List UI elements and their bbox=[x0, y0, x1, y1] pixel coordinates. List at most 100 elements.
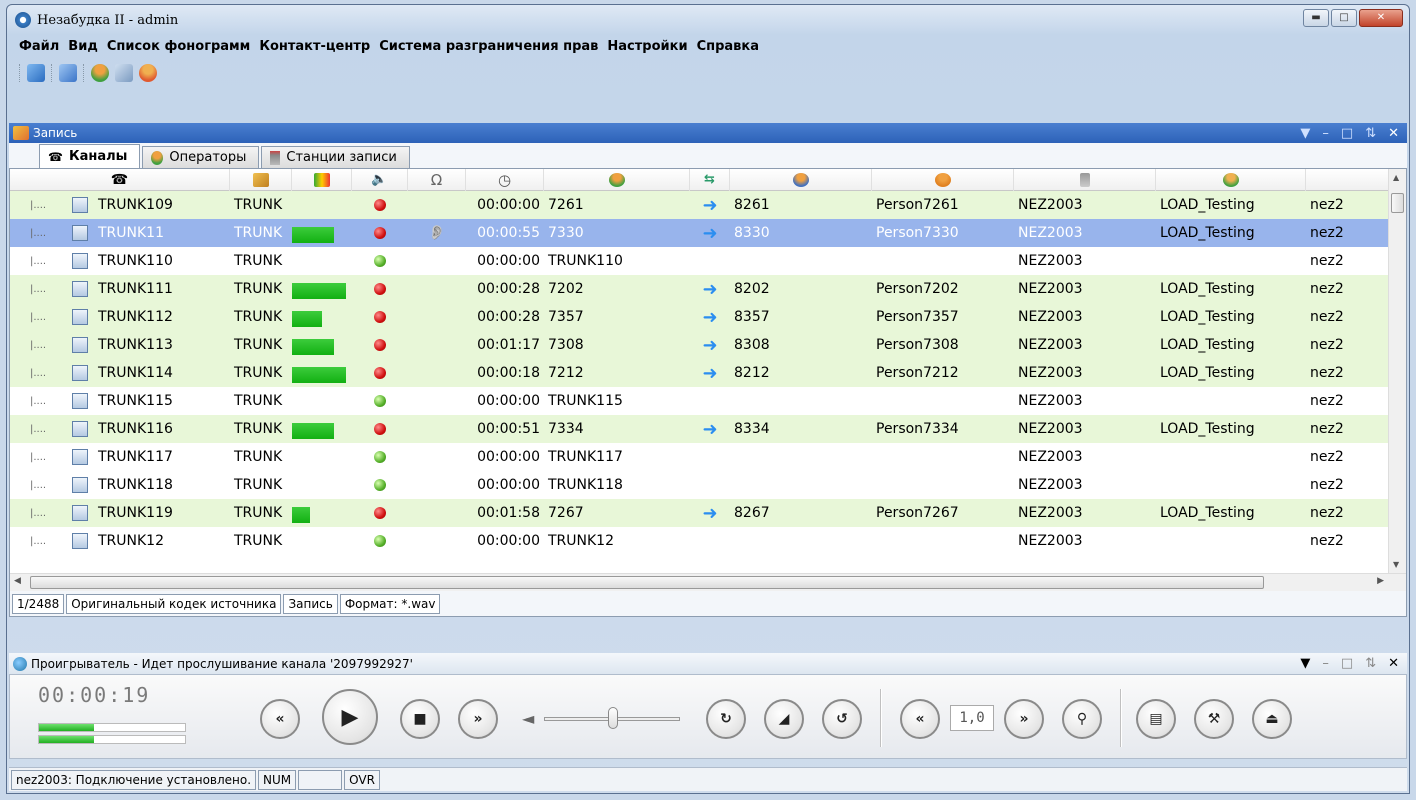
notes-button[interactable]: ▤ bbox=[1136, 699, 1176, 739]
connect-icon[interactable] bbox=[27, 64, 45, 82]
horizontal-scroll-thumb[interactable] bbox=[30, 576, 1264, 589]
vertical-scrollbar[interactable]: ▲ ▼ bbox=[1388, 169, 1406, 591]
close-button[interactable]: ✕ bbox=[1359, 9, 1403, 27]
panel-menu-button[interactable]: ▼ bbox=[1300, 126, 1310, 141]
scroll-left-icon[interactable]: ◀ bbox=[14, 576, 21, 586]
col-person[interactable] bbox=[872, 169, 1014, 191]
play-button[interactable]: ▶ bbox=[322, 689, 378, 745]
panel-pin-button[interactable]: ⇅ bbox=[1365, 656, 1376, 671]
horizontal-scrollbar[interactable]: ◀ ▶ bbox=[10, 573, 1406, 591]
col-channel[interactable]: ☎ bbox=[10, 169, 230, 191]
status-cell bbox=[352, 303, 408, 331]
panel-menu-button[interactable]: ▼ bbox=[1300, 656, 1310, 671]
stop-button[interactable]: ■ bbox=[400, 699, 440, 739]
fast-forward-button[interactable]: » bbox=[458, 699, 498, 739]
col-listen[interactable]: Ω bbox=[408, 169, 466, 191]
search-button[interactable]: ⚲ bbox=[1062, 699, 1102, 739]
panel-minimize-button[interactable]: – bbox=[1322, 656, 1329, 671]
col-caller[interactable] bbox=[544, 169, 690, 191]
table-row[interactable]: |.... TRUNK117 TRUNK 00:00:00 TRUNK117 NEZ200… bbox=[10, 443, 1406, 471]
col-direction[interactable]: ⇆ bbox=[690, 169, 730, 191]
table-row[interactable]: |.... TRUNK114 TRUNK 00:00:18 7212 ➜ 8212 Perso… bbox=[10, 359, 1406, 387]
database-icon[interactable] bbox=[59, 64, 77, 82]
tree-connector: |.... bbox=[30, 423, 47, 435]
station-name: NEZ2003 bbox=[1018, 533, 1083, 549]
tab-stations[interactable]: Станции записи bbox=[261, 146, 410, 168]
table-row[interactable]: |.... TRUNK11 TRUNK 👂 00:00:55 7330 ➜ 8330 Perso… bbox=[10, 219, 1406, 247]
tools-button[interactable]: ⚒ bbox=[1194, 699, 1234, 739]
menu-view[interactable]: Вид bbox=[68, 39, 98, 54]
loop-button[interactable]: ↺ bbox=[822, 699, 862, 739]
menu-file[interactable]: Файл bbox=[19, 39, 59, 54]
maximize-button[interactable]: □ bbox=[1331, 9, 1357, 27]
trunk-icon bbox=[72, 505, 88, 521]
col-server[interactable] bbox=[1306, 169, 1370, 191]
person-name: Person7267 bbox=[876, 505, 959, 521]
menu-help[interactable]: Справка bbox=[697, 39, 759, 54]
table-row[interactable]: |.... TRUNK12 TRUNK 00:00:00 TRUNK12 NEZ2003 n… bbox=[10, 527, 1406, 555]
col-sound[interactable]: 🔈 bbox=[352, 169, 408, 191]
channel-name: TRUNK119 bbox=[98, 505, 173, 521]
level-cell bbox=[292, 387, 352, 415]
menu-access-control[interactable]: Система разграничения прав bbox=[379, 39, 598, 54]
group-name: LOAD_Testing bbox=[1160, 365, 1255, 381]
caller-number: 7330 bbox=[548, 225, 584, 241]
group-name: LOAD_Testing bbox=[1160, 505, 1255, 521]
listen-cell bbox=[408, 191, 466, 219]
col-group[interactable] bbox=[1156, 169, 1306, 191]
tab-channels[interactable]: ☎ Каналы bbox=[39, 144, 141, 168]
stations-icon[interactable] bbox=[115, 64, 133, 82]
menu-phonograms[interactable]: Список фонограмм bbox=[107, 39, 250, 54]
col-station[interactable] bbox=[1014, 169, 1156, 191]
scroll-right-icon[interactable]: ▶ bbox=[1377, 576, 1384, 586]
menu-settings[interactable]: Настройки bbox=[607, 39, 687, 54]
volume-slider-knob[interactable] bbox=[608, 707, 618, 729]
caller-number: TRUNK118 bbox=[548, 477, 623, 493]
col-type[interactable] bbox=[230, 169, 292, 191]
station-name: NEZ2003 bbox=[1018, 449, 1083, 465]
listen-cell bbox=[408, 443, 466, 471]
scroll-down-icon[interactable]: ▼ bbox=[1393, 560, 1399, 569]
table-row[interactable]: |.... TRUNK115 TRUNK 00:00:00 TRUNK115 NEZ200… bbox=[10, 387, 1406, 415]
table-row[interactable]: |.... TRUNK113 TRUNK 00:01:17 7308 ➜ 8308 Perso… bbox=[10, 331, 1406, 359]
table-row[interactable]: |.... TRUNK118 TRUNK 00:00:00 TRUNK118 NEZ200… bbox=[10, 471, 1406, 499]
scroll-up-icon[interactable]: ▲ bbox=[1393, 173, 1399, 182]
level-cell bbox=[292, 443, 352, 471]
skip-silence-button[interactable]: ◢ bbox=[764, 699, 804, 739]
direction-cell bbox=[690, 247, 730, 275]
minimize-button[interactable]: ▬ bbox=[1303, 9, 1329, 27]
panel-close-button[interactable]: ✕ bbox=[1388, 126, 1399, 141]
table-row[interactable]: |.... TRUNK112 TRUNK 00:00:28 7357 ➜ 8357 Perso… bbox=[10, 303, 1406, 331]
panel-restore-button[interactable]: □ bbox=[1341, 126, 1353, 141]
player-separator bbox=[1120, 689, 1122, 747]
faster-button[interactable]: » bbox=[1004, 699, 1044, 739]
table-row[interactable]: |.... TRUNK110 TRUNK 00:00:00 TRUNK110 NEZ200… bbox=[10, 247, 1406, 275]
operator-icon[interactable] bbox=[91, 64, 109, 82]
menu-contact-center[interactable]: Контакт-центр bbox=[259, 39, 370, 54]
table-row[interactable]: |.... TRUNK119 TRUNK 00:01:58 7267 ➜ 8267 Perso… bbox=[10, 499, 1406, 527]
table-row[interactable]: |.... TRUNK111 TRUNK 00:00:28 7202 ➜ 8202 Perso… bbox=[10, 275, 1406, 303]
slower-button[interactable]: « bbox=[900, 699, 940, 739]
tab-operators[interactable]: Операторы bbox=[142, 146, 260, 168]
panel-restore-button[interactable]: □ bbox=[1341, 656, 1353, 671]
table-row[interactable]: |.... TRUNK116 TRUNK 00:00:51 7334 ➜ 8334 Perso… bbox=[10, 415, 1406, 443]
panel-minimize-button[interactable]: – bbox=[1322, 126, 1329, 141]
level-meters bbox=[38, 723, 186, 747]
col-level[interactable] bbox=[292, 169, 352, 191]
table-row[interactable]: |.... TRUNK109 TRUNK 00:00:00 7261 ➜ 8261 Perso… bbox=[10, 191, 1406, 219]
rewind-button[interactable]: « bbox=[260, 699, 300, 739]
title-bar: Незабудка II - admin ▬ □ ✕ bbox=[7, 5, 1409, 35]
vertical-scroll-thumb[interactable] bbox=[1391, 193, 1404, 213]
col-callee[interactable] bbox=[730, 169, 872, 191]
panel-pin-button[interactable]: ⇅ bbox=[1365, 126, 1376, 141]
col-duration[interactable]: ◷ bbox=[466, 169, 544, 191]
right-level-meter bbox=[38, 735, 186, 744]
reload-button[interactable]: ↻ bbox=[706, 699, 746, 739]
panel-close-button[interactable]: ✕ bbox=[1388, 656, 1399, 671]
listen-cell bbox=[408, 415, 466, 443]
status-cell bbox=[352, 415, 408, 443]
eject-button[interactable]: ⏏ bbox=[1252, 699, 1292, 739]
listen-cell: 👂 bbox=[408, 219, 466, 247]
listen-cell bbox=[408, 247, 466, 275]
group-icon[interactable] bbox=[139, 64, 157, 82]
